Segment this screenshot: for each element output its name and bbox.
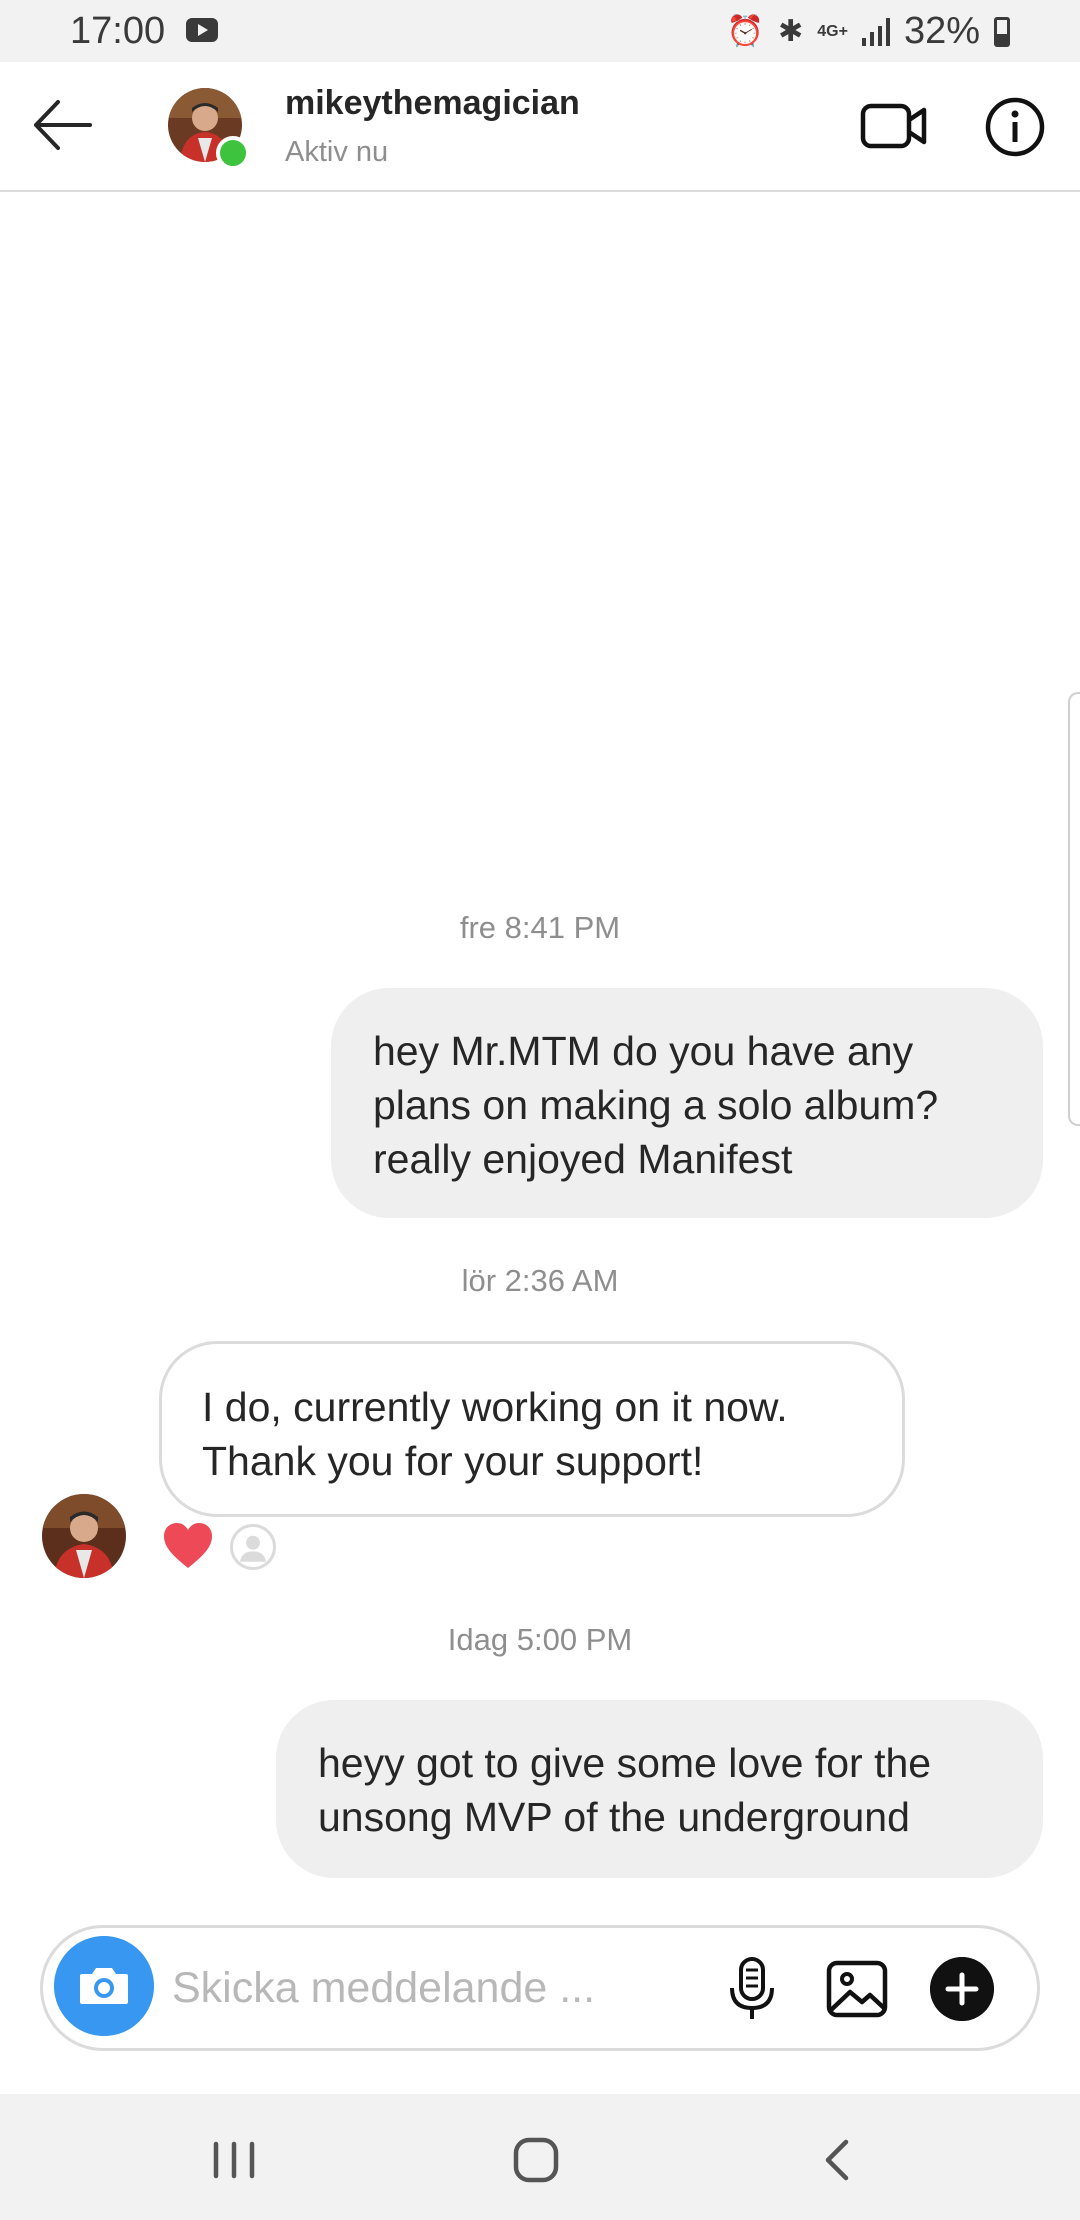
- timestamp: fre 8:41 PM: [459, 910, 621, 945]
- heart-icon[interactable]: [162, 1522, 214, 1570]
- outgoing-message[interactable]: hey Mr.MTM do you have any plans on maki…: [331, 988, 1043, 1218]
- message-text: I do, currently working on it now. Thank…: [202, 1384, 788, 1484]
- chat-username[interactable]: mikeythemagician: [285, 84, 580, 123]
- online-indicator: [216, 136, 250, 170]
- recent-apps-icon[interactable]: [204, 2130, 264, 2190]
- bluetooth-icon: ✱: [778, 15, 804, 48]
- scroll-edge-handle[interactable]: [1068, 692, 1080, 1126]
- signal-icon: [861, 17, 890, 46]
- alarm-icon: ⏰: [726, 15, 765, 48]
- incoming-message[interactable]: I do, currently working on it now. Thank…: [159, 1341, 905, 1517]
- timestamp: Idag 5:00 PM: [447, 1622, 633, 1657]
- microphone-icon[interactable]: [722, 1956, 782, 2022]
- network-type: 4G+: [817, 22, 848, 40]
- nav-back-icon[interactable]: [808, 2130, 868, 2190]
- avatar[interactable]: [42, 1494, 126, 1578]
- status-bar: 17:00 ⏰ ✱ 4G+ 32%: [0, 0, 1080, 62]
- info-icon[interactable]: [984, 96, 1046, 158]
- message-input[interactable]: [172, 1958, 692, 2018]
- camera-icon[interactable]: [54, 1936, 154, 2036]
- message-text: hey Mr.MTM do you have any plans on maki…: [373, 1028, 939, 1182]
- timestamp: lör 2:36 AM: [461, 1263, 619, 1298]
- system-nav-bar: [0, 2094, 1080, 2220]
- battery-percent: 32%: [903, 10, 980, 52]
- status-time: 17:00: [70, 10, 166, 52]
- activity-status: Aktiv nu: [285, 136, 389, 168]
- battery-icon: [994, 16, 1010, 47]
- status-icons: ⏰ ✱ 4G+ 32%: [727, 10, 1010, 53]
- reactor-avatar[interactable]: [230, 1524, 276, 1570]
- message-text: heyy got to give some love for the unson…: [318, 1740, 932, 1840]
- gallery-icon[interactable]: [826, 1960, 888, 2018]
- video-call-icon[interactable]: [860, 98, 930, 154]
- back-arrow-icon[interactable]: [28, 90, 98, 160]
- plus-icon[interactable]: [930, 1957, 994, 2021]
- youtube-icon: [186, 18, 218, 42]
- outgoing-message[interactable]: heyy got to give some love for the unson…: [276, 1700, 1043, 1878]
- chat-header: mikeythemagician Aktiv nu: [0, 62, 1080, 192]
- home-icon[interactable]: [506, 2130, 566, 2190]
